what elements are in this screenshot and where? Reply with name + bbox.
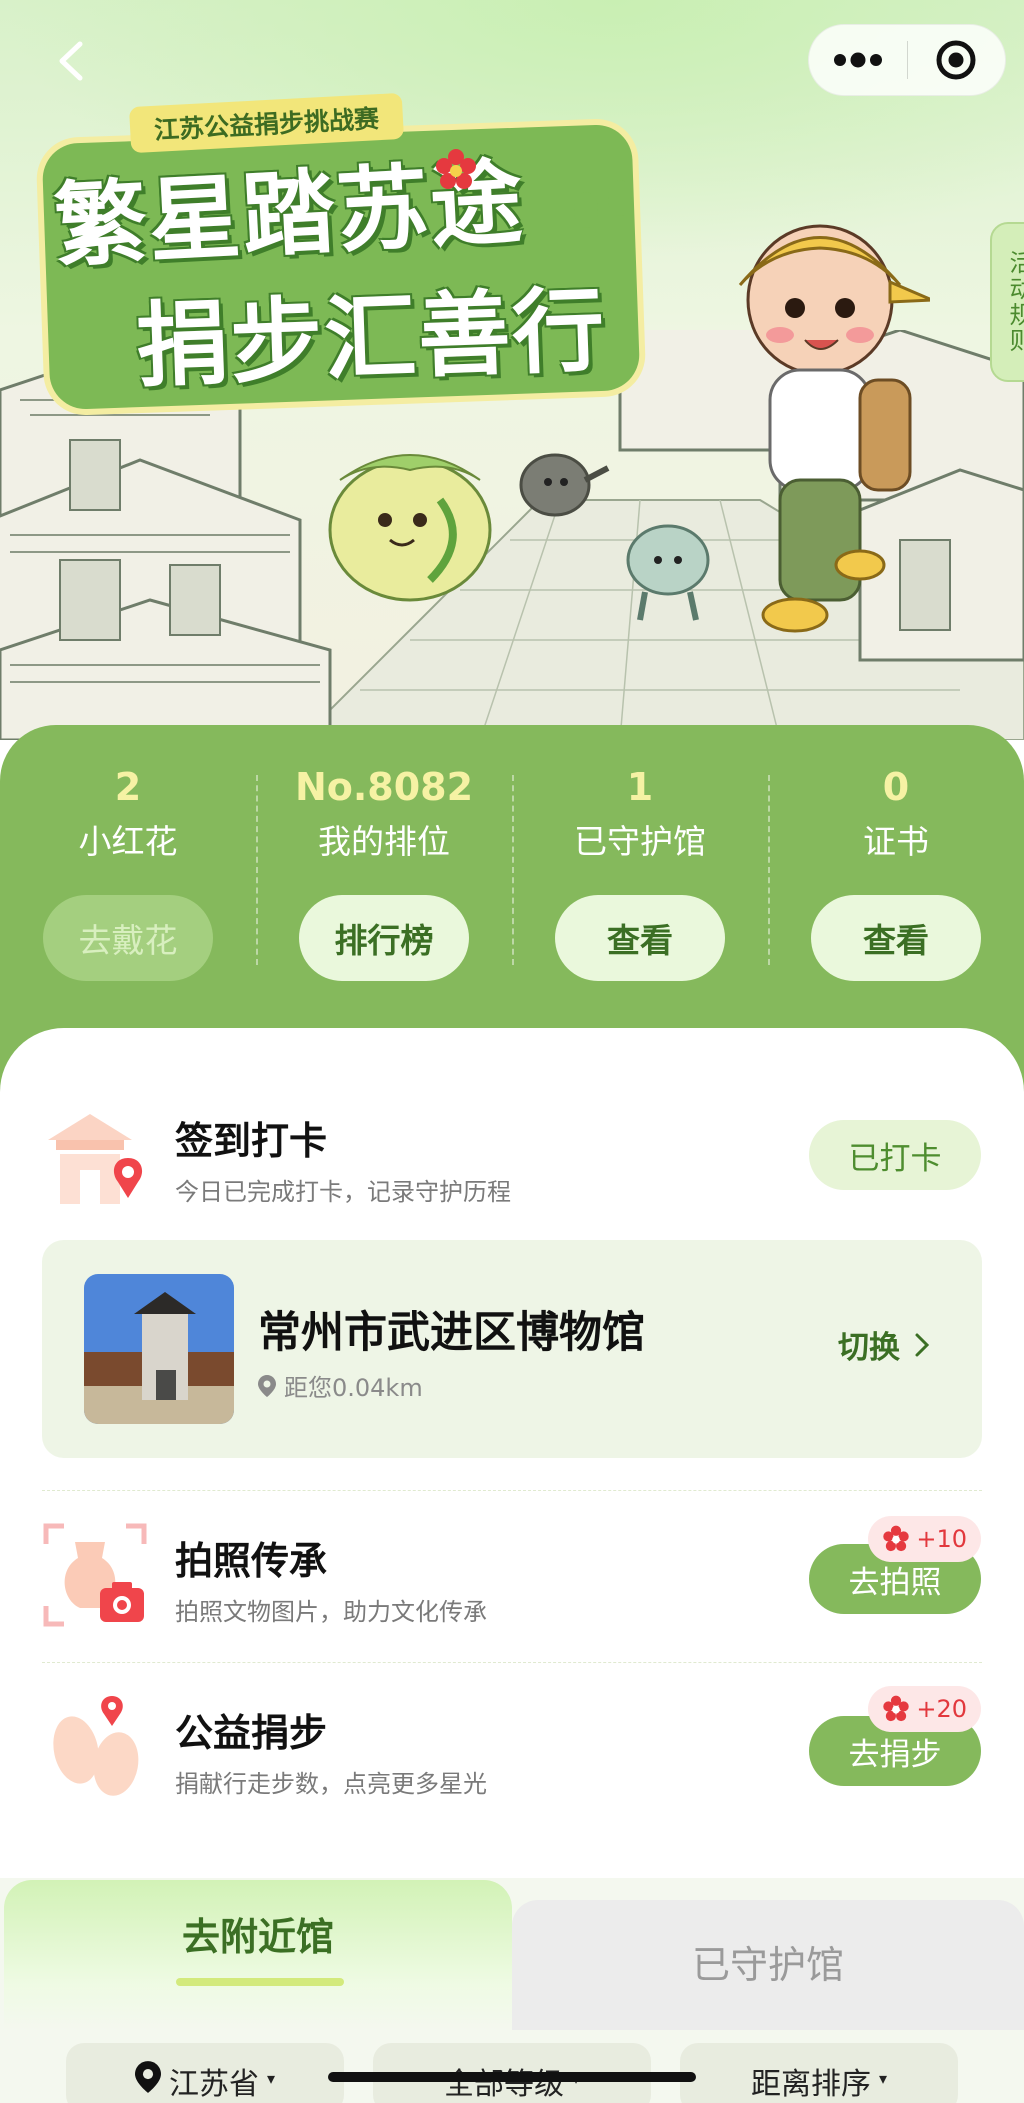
step-donation-task: 公益捐步 捐献行走步数，点亮更多星光 去捐步 +20 bbox=[0, 1686, 1024, 1812]
checked-in-button[interactable]: 已打卡 bbox=[809, 1120, 981, 1190]
dropdown-caret-icon: ▾ bbox=[266, 2069, 276, 2088]
checkin-title: 签到打卡 bbox=[175, 1119, 328, 1163]
checkin-desc: 今日已完成打卡，记录守护历程 bbox=[175, 1178, 511, 1206]
temple-checkin-icon bbox=[48, 1114, 143, 1204]
photo-reward-badge: +10 bbox=[868, 1516, 981, 1562]
footprint-location-icon bbox=[53, 1696, 139, 1796]
tab-label: 去附近馆 bbox=[181, 1915, 334, 1959]
stat-my-rank: No.8082 我的排位 排行榜 bbox=[256, 761, 512, 981]
museum-name: 常州市武进区博物馆 bbox=[258, 1308, 645, 1358]
museum-photo bbox=[84, 1274, 234, 1424]
photo-task-desc: 拍照文物图片，助力文化传承 bbox=[175, 1598, 487, 1626]
chevron-right-icon bbox=[915, 1333, 930, 1356]
red-flower-icon bbox=[436, 149, 476, 189]
active-tab-underline bbox=[176, 1978, 344, 1986]
view-guarded-button[interactable]: 查看 bbox=[555, 895, 725, 981]
red-flower-icon bbox=[883, 1695, 910, 1722]
checkin-task: 签到打卡 今日已完成打卡，记录守护历程 已打卡 bbox=[0, 1100, 1024, 1220]
location-pin-icon bbox=[258, 1374, 276, 1397]
view-certificates-button[interactable]: 查看 bbox=[811, 895, 981, 981]
tab-label: 已守护馆 bbox=[691, 1943, 844, 1987]
home-indicator bbox=[328, 2072, 696, 2082]
boy-character bbox=[738, 224, 930, 633]
stat-guarded-museums: 1 已守护馆 查看 bbox=[512, 761, 768, 981]
tab-guarded-museums[interactable]: 已守护馆 bbox=[512, 1900, 1024, 2030]
close-miniprogram-button[interactable] bbox=[908, 24, 1006, 96]
location-pin-icon bbox=[134, 2061, 161, 2093]
dropdown-caret-icon: ▾ bbox=[878, 2069, 888, 2088]
reward-points: +10 bbox=[916, 1525, 967, 1553]
activity-rules-label: 活动规则 bbox=[1005, 250, 1024, 354]
stat-label: 我的排位 bbox=[318, 822, 450, 861]
title-line-2: 捐步汇善行 bbox=[134, 276, 609, 401]
switch-museum-button[interactable]: 切换 bbox=[838, 1322, 930, 1367]
campaign-title: 江苏公益捐步挑战赛 繁星踏苏途 捐步汇善行 bbox=[36, 92, 656, 416]
step-task-title: 公益捐步 bbox=[175, 1711, 328, 1755]
jade-cabbage-artifact bbox=[328, 454, 492, 602]
more-options-button[interactable] bbox=[809, 24, 907, 96]
more-dots-icon bbox=[833, 52, 882, 68]
miniprogram-capsule bbox=[808, 24, 1006, 96]
photo-task: 拍照传承 拍照文物图片，助力文化传承 去拍照 +10 bbox=[0, 1516, 1024, 1640]
filter-label: 距离排序 bbox=[750, 2067, 871, 2102]
distance-text: 距您0.04km bbox=[284, 1374, 423, 1402]
red-flower-icon bbox=[883, 1525, 910, 1552]
target-circle-icon bbox=[936, 40, 976, 80]
sort-filter[interactable]: 距离排序 ▾ bbox=[680, 2043, 958, 2103]
camera-artifact-icon bbox=[43, 1523, 147, 1627]
divider-line bbox=[42, 1662, 982, 1663]
stat-certificates: 0 证书 查看 bbox=[768, 761, 1024, 981]
stat-label: 小红花 bbox=[78, 822, 178, 861]
reward-points: +20 bbox=[916, 1695, 967, 1723]
stat-red-flowers: 2 小红花 去戴花 bbox=[0, 761, 256, 981]
current-museum-card: 常州市武进区博物馆 距您0.04km 切换 bbox=[42, 1240, 982, 1458]
photo-task-title: 拍照传承 bbox=[175, 1539, 328, 1583]
activity-rules-tab[interactable]: 活动规则 bbox=[990, 222, 1024, 382]
step-task-desc: 捐献行走步数，点亮更多星光 bbox=[175, 1770, 487, 1798]
leaderboard-button[interactable]: 排行榜 bbox=[299, 895, 469, 981]
province-filter[interactable]: 江苏省 ▾ bbox=[66, 2043, 344, 2103]
switch-label: 切换 bbox=[838, 1330, 900, 1366]
stat-value: No.8082 bbox=[294, 765, 474, 809]
museum-distance: 距您0.04km bbox=[258, 1368, 423, 1403]
divider-line bbox=[42, 1490, 982, 1491]
step-reward-badge: +20 bbox=[868, 1686, 981, 1732]
stat-value: 0 bbox=[882, 765, 910, 809]
back-button[interactable] bbox=[48, 36, 98, 86]
filter-label: 江苏省 bbox=[168, 2067, 259, 2102]
tab-nearby-museums[interactable]: 去附近馆 bbox=[4, 1880, 512, 2030]
stat-value: 2 bbox=[114, 765, 142, 809]
stat-label: 证书 bbox=[863, 822, 929, 861]
stat-value: 1 bbox=[626, 765, 654, 809]
wear-flower-button[interactable]: 去戴花 bbox=[43, 895, 213, 981]
stat-label: 已守护馆 bbox=[574, 822, 706, 861]
chevron-left-icon bbox=[59, 41, 83, 81]
hero-banner: 江苏公益捐步挑战赛 繁星踏苏途 捐步汇善行 活动规则 bbox=[0, 0, 1024, 740]
footprints-icon bbox=[574, 180, 632, 228]
museum-building-image bbox=[84, 1274, 234, 1424]
